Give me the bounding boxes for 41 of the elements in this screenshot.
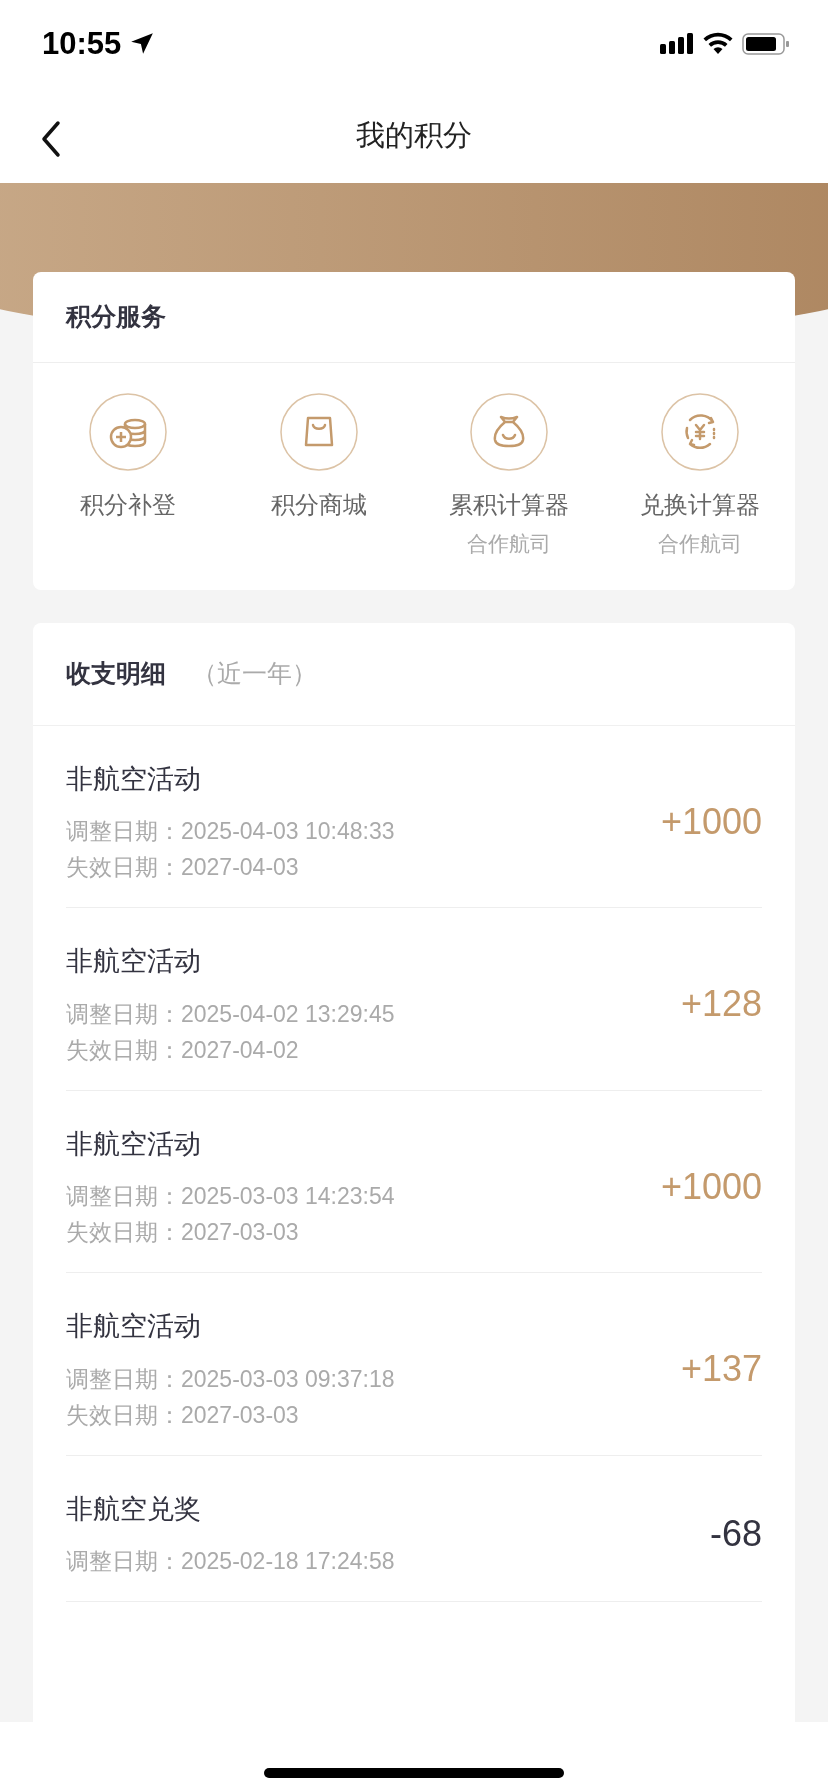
wifi-icon <box>702 32 734 56</box>
service-label: 积分商城 <box>270 489 367 521</box>
date-line: 失效日期：2027-04-03 <box>66 853 300 882</box>
shopping-bag-icon <box>279 392 358 471</box>
points-amount: -68 <box>709 1511 762 1556</box>
transaction-title: 非航空活动 <box>66 1126 202 1161</box>
service-label: 兑换计算器 <box>639 489 760 521</box>
date-line: 调整日期：2025-03-03 09:37:18 <box>66 1364 395 1394</box>
points-amount: +128 <box>680 982 762 1027</box>
service-sublabel: 合作航司 <box>657 530 742 558</box>
date-line: 调整日期：2025-03-03 14:23:54 <box>66 1182 395 1211</box>
transaction-title: 非航空活动 <box>66 761 202 796</box>
period-label: （近一年） <box>192 658 317 690</box>
service-label: 积分补登 <box>80 489 177 521</box>
page-title: 我的积分 <box>356 116 472 154</box>
money-bag-icon <box>470 392 549 471</box>
service-button[interactable]: 累积计算器 合作航司 <box>414 392 605 560</box>
date-line: 失效日期：2027-03-03 <box>66 1218 300 1247</box>
service-button[interactable]: 积分商城 <box>223 392 414 560</box>
service-sublabel: 合作航司 <box>467 530 552 558</box>
service-button[interactable]: 积分补登 <box>33 392 224 560</box>
section-title: 收支明细 <box>66 658 166 690</box>
points-amount: +1000 <box>660 1164 762 1209</box>
transaction-title: 非航空活动 <box>66 1309 202 1343</box>
signal-icon <box>660 32 694 56</box>
status-time: 10:55 <box>42 24 122 63</box>
coins-icon <box>89 392 168 471</box>
service-button[interactable]: 兑换计算器 合作航司 <box>604 392 795 560</box>
date-line: 调整日期：2025-02-18 17:24:58 <box>66 1547 395 1576</box>
battery-icon <box>742 32 790 56</box>
date-line: 失效日期：2027-03-03 <box>66 1400 300 1430</box>
section-title: 积分服务 <box>33 272 795 363</box>
points-amount: +1000 <box>660 799 762 844</box>
date-line: 调整日期：2025-04-02 13:29:45 <box>66 999 395 1029</box>
transaction-title: 非航空活动 <box>66 944 202 978</box>
date-line: 失效日期：2027-04-02 <box>66 1035 300 1065</box>
date-line: 调整日期：2025-04-03 10:48:33 <box>66 817 395 846</box>
transaction-title: 非航空兑奖 <box>66 1491 202 1526</box>
currency-exchange-icon <box>660 392 739 471</box>
points-amount: +137 <box>680 1347 762 1392</box>
service-label: 累积计算器 <box>449 489 570 521</box>
